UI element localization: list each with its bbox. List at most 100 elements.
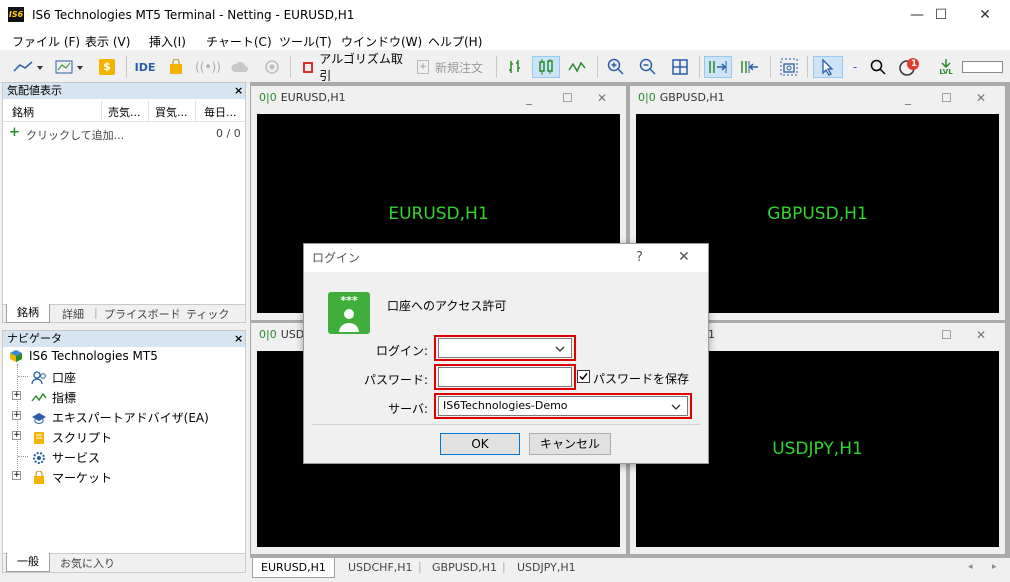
password-field[interactable] (438, 367, 572, 387)
expand-scripts[interactable]: + (12, 431, 21, 440)
chart-minimize-button[interactable]: _ (905, 86, 911, 110)
tab-symbols[interactable]: 銘柄 (6, 304, 50, 323)
menu-window[interactable]: ウインドウ(W) (341, 33, 422, 50)
market-bag-icon[interactable] (165, 56, 187, 78)
market-watch-close-icon[interactable]: × (234, 83, 243, 99)
candlestick-icon[interactable] (532, 56, 560, 78)
accounts-icon (31, 370, 46, 384)
timeframe-icon[interactable] (52, 56, 88, 78)
click-to-add[interactable]: クリックして追加... (26, 127, 124, 143)
tab-details[interactable]: 詳細 (62, 306, 84, 322)
dialog-title: ログイン (304, 244, 708, 272)
col-bid[interactable]: 売気... (108, 104, 141, 120)
level-bar (962, 61, 1003, 73)
crosshair-dash-icon[interactable]: - (847, 56, 863, 78)
add-plus-icon: + (9, 125, 20, 140)
chart-tab-usdchf[interactable]: USDCHF,H1 (340, 558, 421, 578)
navigator-root[interactable]: IS6 Technologies MT5 (9, 349, 158, 363)
tab-ticks[interactable]: ティック (186, 306, 229, 322)
nav-item-experts[interactable]: エキスパートアドバイザ(EA) (31, 409, 209, 426)
search-icon[interactable] (866, 56, 890, 78)
account-icon: *** (328, 292, 370, 334)
dialog-heading: 口座へのアクセス許可 (387, 299, 507, 313)
save-password-label[interactable]: パスワードを保存 (593, 370, 689, 387)
autoscroll-icon[interactable] (704, 56, 732, 78)
scroll-left-icon[interactable]: ◂ (968, 562, 973, 572)
menu-help[interactable]: ヘルプ(H) (428, 33, 482, 50)
market-watch-title: 気配値表示 (3, 83, 245, 99)
save-password-checkbox[interactable] (577, 370, 590, 383)
indicators-icon (31, 392, 47, 401)
screenshot-icon[interactable] (776, 56, 802, 78)
nav-item-services[interactable]: サービス (31, 449, 100, 466)
expand-indicators[interactable]: + (12, 391, 21, 400)
market-bag-icon (34, 470, 44, 484)
col-symbol[interactable]: 銘柄 (12, 104, 34, 120)
chart-tabs-bar: EURUSD,H1 USDCHF,H1 | GBPUSD,H1 | USDJPY… (250, 558, 1010, 582)
vps-icon[interactable] (261, 56, 283, 78)
zoom-out-icon[interactable] (635, 56, 661, 78)
chart-close-button[interactable]: ✕ (597, 86, 607, 110)
chart-icon: 0|0 (259, 91, 277, 104)
tab-common[interactable]: 一般 (6, 553, 50, 572)
cloud-icon[interactable] (229, 56, 251, 78)
stop-icon (303, 61, 314, 73)
algo-trading-button[interactable]: アルゴリズム取引 (298, 52, 406, 83)
chart-close-button[interactable]: ✕ (976, 86, 986, 110)
chart-minimize-button[interactable]: _ (526, 86, 532, 110)
chart-tab-usdjpy[interactable]: USDJPY,H1 (509, 558, 584, 578)
chart-close-button[interactable]: ✕ (976, 323, 986, 347)
chart-maximize-button[interactable]: ☐ (941, 86, 952, 110)
line-chart-icon[interactable] (564, 56, 590, 78)
scroll-icon (34, 431, 44, 444)
graduation-cap-icon (32, 412, 46, 424)
notifications-badge: 1 (910, 59, 918, 69)
tab-favorites[interactable]: お気に入り (60, 555, 115, 571)
ide-button[interactable]: IDE (132, 56, 158, 78)
window-title: IS6 Technologies MT5 Terminal - Netting … (32, 8, 355, 22)
dollar-icon[interactable]: $ (96, 56, 118, 78)
symbol-count: 0 / 0 (216, 127, 241, 140)
tab-priceboard[interactable]: プライスボード (104, 306, 181, 322)
ok-button[interactable]: OK (440, 433, 520, 455)
dialog-close-icon[interactable]: ✕ (678, 249, 690, 265)
menu-file[interactable]: ファイル (F) (12, 33, 80, 50)
tile-windows-icon[interactable] (667, 56, 693, 78)
signal-icon[interactable]: ((•)) (195, 56, 221, 78)
password-label: パスワード: (363, 373, 428, 387)
chart-type-icon[interactable] (10, 56, 46, 78)
scroll-right-icon[interactable]: ▸ (992, 562, 997, 572)
nav-item-scripts[interactable]: スクリプト (31, 429, 112, 446)
col-daily[interactable]: 毎日... (204, 104, 237, 120)
chart-shift-icon[interactable] (736, 56, 764, 78)
nav-item-market[interactable]: マーケット (31, 469, 112, 486)
zoom-in-icon[interactable] (603, 56, 629, 78)
bar-chart-icon[interactable] (502, 56, 528, 78)
cancel-button[interactable]: キャンセル (529, 433, 611, 455)
menu-tools[interactable]: ツール(T) (279, 33, 332, 50)
server-combobox[interactable]: IS6Technologies-Demo (438, 396, 688, 416)
chart-maximize-button[interactable]: ☐ (562, 86, 573, 110)
nav-item-accounts[interactable]: 口座 (31, 369, 76, 386)
expand-experts[interactable]: + (12, 411, 21, 420)
expand-market[interactable]: + (12, 471, 21, 480)
lvl-icon[interactable]: LVL (934, 56, 958, 78)
col-ask[interactable]: 買気... (155, 104, 188, 120)
chart-maximize-button[interactable]: ☐ (941, 323, 952, 347)
navigator-close-icon[interactable]: × (234, 331, 243, 347)
menu-chart[interactable]: チャート(C) (206, 33, 272, 50)
nav-item-indicators[interactable]: 指標 (31, 389, 76, 406)
chevron-down-icon (671, 404, 681, 410)
cursor-icon[interactable] (813, 56, 843, 78)
close-window-button[interactable]: ✕ (962, 0, 1008, 30)
menu-insert[interactable]: 挿入(I) (149, 33, 186, 50)
login-combobox[interactable] (438, 338, 572, 358)
maximize-button[interactable]: ☐ (918, 0, 964, 30)
menu-view[interactable]: 表示 (V) (85, 33, 130, 50)
chart-tab-gbpusd[interactable]: GBPUSD,H1 (424, 558, 505, 578)
login-label: ログイン: (375, 344, 428, 358)
new-order-button[interactable]: + 新規注文 (412, 56, 490, 78)
dialog-help-icon[interactable]: ? (636, 250, 643, 265)
gear-icon (33, 451, 45, 464)
chart-tab-eurusd[interactable]: EURUSD,H1 (252, 558, 335, 578)
